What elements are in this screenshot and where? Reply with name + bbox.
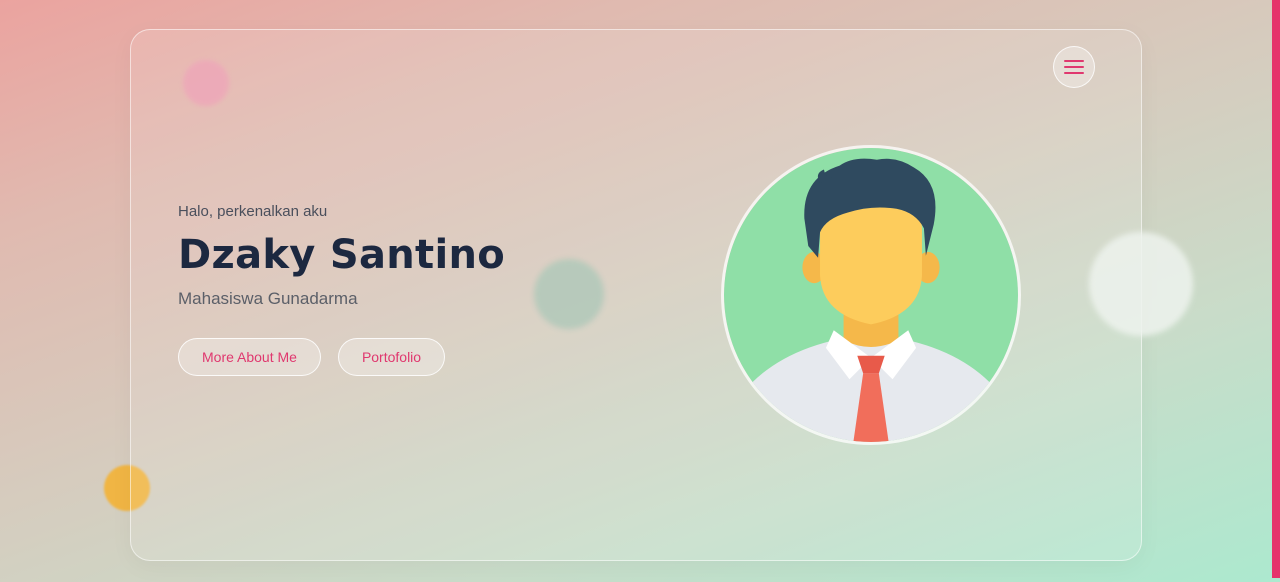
hamburger-icon bbox=[1064, 59, 1084, 75]
scrollbar-accent bbox=[1272, 0, 1280, 578]
decorative-blob-white bbox=[1089, 232, 1193, 336]
more-about-me-button[interactable]: More About Me bbox=[178, 338, 321, 376]
hero-card: Halo, perkenalkan aku Dzaky Santino Maha… bbox=[130, 29, 1142, 561]
hero-subtitle: Mahasiswa Gunadarma bbox=[178, 289, 358, 308]
menu-button[interactable] bbox=[1053, 46, 1095, 88]
hero-buttons: More About Me Portofolio bbox=[178, 338, 618, 376]
intro-section: Halo, perkenalkan aku Dzaky Santino Maha… bbox=[178, 202, 618, 376]
person-avatar-icon bbox=[724, 148, 1018, 442]
greeting-text: Halo, perkenalkan aku bbox=[178, 203, 328, 220]
hero-name: Dzaky Santino bbox=[178, 232, 506, 278]
profile-avatar bbox=[721, 145, 1021, 445]
portfolio-button[interactable]: Portofolio bbox=[337, 338, 446, 376]
